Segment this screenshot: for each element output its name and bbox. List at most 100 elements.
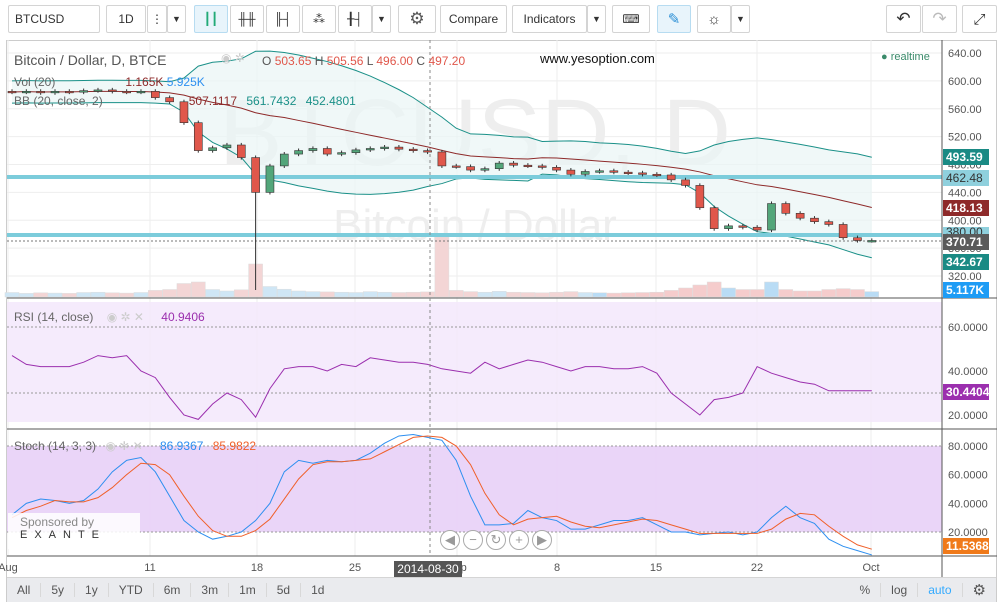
low-value: 496.00 xyxy=(376,54,414,68)
website-watermark: www.yesoption.com xyxy=(540,51,655,66)
price-tick: 560.00 xyxy=(948,104,982,116)
open-label: O xyxy=(262,54,272,68)
volume-bar xyxy=(864,291,880,298)
hline1-price-label: 462.48 xyxy=(943,170,989,186)
volume-bar xyxy=(4,292,20,298)
volume-bar xyxy=(277,288,292,298)
volume-bar xyxy=(606,292,622,298)
candle-body xyxy=(781,203,791,214)
candle-body xyxy=(108,89,117,92)
volume-bar xyxy=(807,290,822,298)
scroll-right-icon[interactable]: ▶ xyxy=(532,530,552,550)
candle-body xyxy=(36,91,45,94)
volume-bar xyxy=(391,292,407,298)
zoom-out-icon[interactable]: − xyxy=(463,530,483,550)
chart-canvas[interactable]: BTCUSD, D Bitcoin / Dollar 640.00600.005… xyxy=(0,0,1003,608)
volume-bar xyxy=(577,292,593,298)
volume-bar xyxy=(363,291,378,298)
rsi-price-label: 30.4404 xyxy=(943,384,989,400)
sponsor-logo: EXANTE xyxy=(20,529,107,541)
candle-body xyxy=(609,170,619,173)
volume-bar xyxy=(19,293,34,298)
scroll-left-icon[interactable]: ◀ xyxy=(440,530,460,550)
volume-bar xyxy=(305,291,321,298)
range-1y[interactable]: 1y xyxy=(75,583,109,597)
high-label: H xyxy=(314,54,324,68)
stoch-d-value: 85.9822 xyxy=(212,439,257,453)
rsi-settings-icon[interactable]: ◉ ✲ ✕ xyxy=(107,310,144,324)
reset-icon[interactable]: ↻ xyxy=(486,530,506,550)
sponsor-label: Sponsored by xyxy=(20,515,95,529)
volume-bar xyxy=(778,289,794,298)
volume-bar xyxy=(764,281,779,298)
volume-bar xyxy=(320,291,335,298)
time-tick: 22 xyxy=(751,562,763,574)
volume-bar xyxy=(205,289,220,298)
rsi-tick: 40.0000 xyxy=(948,366,988,378)
volume-bar xyxy=(119,292,134,298)
stoch-tick: 80.0000 xyxy=(948,441,988,453)
candle-body xyxy=(666,174,676,181)
candle-body xyxy=(623,171,633,174)
volume-bar xyxy=(663,290,679,298)
range-ytd[interactable]: YTD xyxy=(109,583,154,597)
watermark-description: Bitcoin / Dollar xyxy=(333,201,617,250)
candle-body xyxy=(552,167,561,171)
volume-bar xyxy=(377,291,392,298)
volume-bar xyxy=(148,290,163,298)
candle-body xyxy=(65,91,74,94)
range-1d[interactable]: 1d xyxy=(301,583,334,597)
stoch-band xyxy=(7,446,942,532)
range-1m[interactable]: 1m xyxy=(229,583,267,597)
range-all[interactable]: All xyxy=(7,583,42,597)
volume-bar xyxy=(105,292,120,298)
candle-body xyxy=(752,226,762,231)
volume-bar xyxy=(821,289,837,298)
range-6m[interactable]: 6m xyxy=(154,583,192,597)
price-tick: 640.00 xyxy=(948,48,982,60)
rsi-value: 40.9406 xyxy=(161,310,205,324)
candle-body xyxy=(251,157,260,193)
volume-bar xyxy=(563,291,579,298)
candle-body xyxy=(466,166,475,171)
volume-bar xyxy=(90,291,106,298)
volume-ma-value: 5.925K xyxy=(166,75,205,89)
percent-scale-toggle[interactable]: % xyxy=(850,583,882,597)
candle-body xyxy=(566,169,576,175)
candle-body xyxy=(709,207,719,229)
volume-bar xyxy=(262,286,278,298)
range-5y[interactable]: 5y xyxy=(41,583,76,597)
stoch-settings-icon[interactable]: ◉ ✲ ✕ xyxy=(105,439,142,453)
bb-middle-value: 507.1117 xyxy=(188,94,237,108)
auto-scale-toggle[interactable]: auto xyxy=(918,583,963,597)
candle-body xyxy=(365,148,375,151)
time-tick: 18 xyxy=(251,562,263,574)
volume-legend: Vol (20) 1.165K 5.925K xyxy=(14,75,205,89)
candle-body xyxy=(695,185,705,209)
volume-bar xyxy=(477,291,493,298)
candle-body xyxy=(681,179,690,186)
stoch-tick: 60.0000 xyxy=(948,470,988,482)
legend-eye-icon[interactable]: ◉ ✲ xyxy=(221,51,245,65)
status-dot-icon: ● xyxy=(881,51,888,63)
volume-bar xyxy=(291,290,306,298)
volume-bar xyxy=(162,289,177,298)
range-3m[interactable]: 3m xyxy=(191,583,230,597)
volume-bar xyxy=(792,290,808,298)
volume-bar xyxy=(850,289,865,298)
range-5d[interactable]: 5d xyxy=(267,583,302,597)
time-tick: 25 xyxy=(349,562,361,574)
candle-body xyxy=(22,91,31,94)
candle-body xyxy=(294,150,303,155)
volume-bar xyxy=(62,293,77,298)
volume-value: 1.165K xyxy=(125,75,164,89)
volume-bar xyxy=(620,292,636,298)
settings-gear-icon[interactable]: ⚙ xyxy=(963,581,996,599)
zoom-in-icon[interactable]: + xyxy=(509,530,529,550)
time-tick: 15 xyxy=(650,562,662,574)
price-tick: 600.00 xyxy=(948,76,982,88)
volume-bar xyxy=(133,292,149,298)
log-scale-toggle[interactable]: log xyxy=(881,583,919,597)
sponsor-box[interactable]: Sponsored by EXANTE xyxy=(8,513,140,549)
volume-bar xyxy=(47,292,63,298)
